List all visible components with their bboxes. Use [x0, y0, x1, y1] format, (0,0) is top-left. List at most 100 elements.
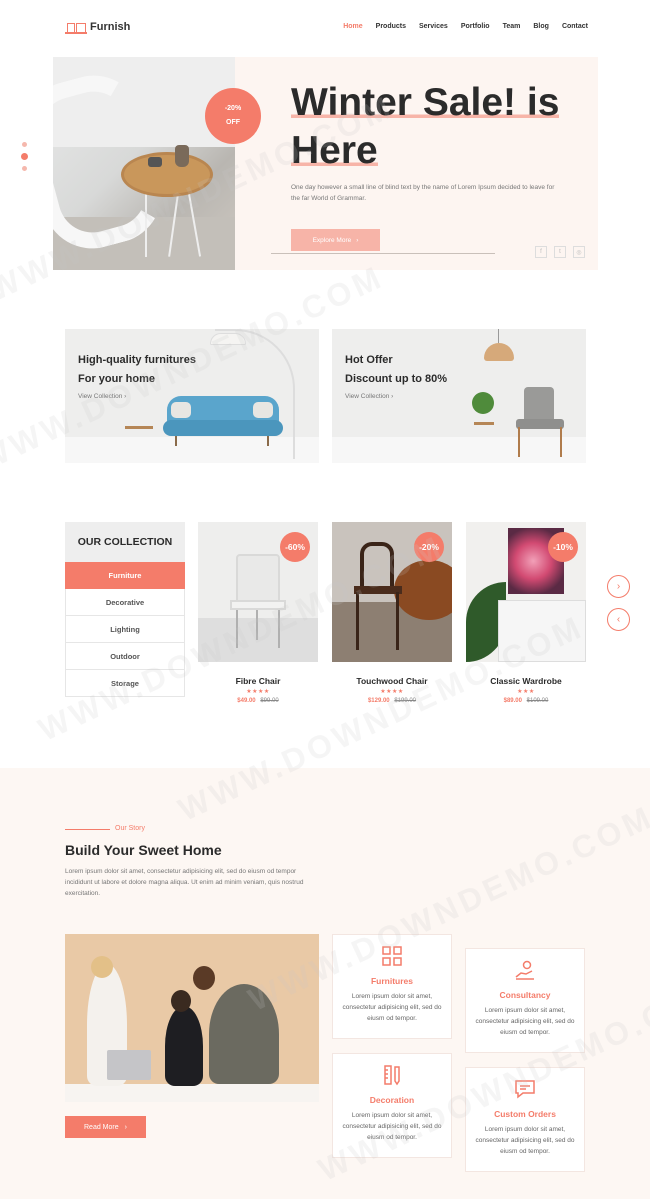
product-name[interactable]: Touchwood Chair — [332, 676, 452, 686]
twitter-icon[interactable]: t — [554, 246, 566, 258]
sale-badge-percent: -20% — [224, 105, 242, 112]
product-name[interactable]: Fibre Chair — [198, 676, 318, 686]
plant-image — [472, 392, 494, 414]
collection-menu: OUR COLLECTION Furniture Decorative Ligh… — [65, 522, 185, 697]
promo-banner-hot-offer[interactable]: Hot Offer Discount up to 80% View Collec… — [332, 329, 586, 463]
slider-dot[interactable] — [22, 142, 27, 147]
view-collection-link[interactable]: View Collection › — [78, 393, 126, 400]
hero-image — [53, 57, 235, 270]
collection-item-lighting[interactable]: Lighting — [65, 616, 185, 643]
current-price: $129.00 — [367, 698, 390, 704]
chevron-right-icon: › — [391, 393, 394, 400]
hero-banner: -20% OFF Winter Sale! is Here One day ho… — [53, 57, 598, 270]
story-eyebrow: Our Story — [115, 825, 145, 832]
nav-blog[interactable]: Blog — [533, 23, 549, 30]
sofa-image — [163, 396, 283, 446]
chevron-right-icon: › — [356, 236, 359, 244]
rating-stars-icon: ★★★ — [517, 689, 535, 695]
main-nav: Home Products Services Portfolio Team Bl… — [343, 23, 588, 30]
service-title: Custom Orders — [494, 1109, 556, 1119]
facebook-icon[interactable]: f — [535, 246, 547, 258]
promo-title: Hot Offer Discount up to 80% — [345, 351, 447, 389]
rating-stars-icon: ★★★★ — [380, 689, 404, 695]
nav-home[interactable]: Home — [343, 23, 362, 30]
product-image: -60% — [198, 522, 318, 662]
service-card-furnitures[interactable]: Furnitures Lorem ipsum dolor sit amet, c… — [332, 934, 452, 1039]
read-more-button[interactable]: Read More › — [65, 1116, 146, 1138]
view-collection-label: View Collection — [345, 393, 390, 400]
pendant-lamp-image — [484, 343, 514, 361]
promo-title-line2: For your home — [78, 373, 156, 385]
old-price: $109.00 — [526, 698, 549, 704]
nav-contact[interactable]: Contact — [562, 23, 588, 30]
eyebrow-line — [65, 829, 110, 830]
collection-item-outdoor[interactable]: Outdoor — [65, 643, 185, 670]
service-text: Lorem ipsum dolor sit amet, consectetur … — [342, 1112, 442, 1141]
product-card[interactable]: -60% Fibre Chair ★★★★ $49.00 $99.00 — [198, 522, 318, 704]
service-title: Consultancy — [499, 990, 551, 1000]
product-card[interactable]: -10% Classic Wardrobe ★★★ $89.00 $109.00 — [466, 522, 586, 704]
slider-dot-active[interactable] — [21, 153, 28, 160]
chevron-right-icon: › — [616, 581, 621, 592]
old-price: $199.00 — [394, 698, 417, 704]
collection-item-furniture[interactable]: Furniture — [65, 562, 185, 589]
discount-badge: -60% — [280, 532, 310, 562]
product-name[interactable]: Classic Wardrobe — [466, 676, 586, 686]
old-price: $99.00 — [260, 698, 279, 704]
chevron-left-icon: ‹ — [616, 614, 621, 625]
service-title: Furnitures — [370, 976, 414, 986]
slider-dot[interactable] — [22, 166, 27, 171]
service-card-decoration[interactable]: Decoration Lorem ipsum dolor sit amet, c… — [332, 1053, 452, 1158]
chat-bubble-icon — [466, 1078, 584, 1105]
ruler-pencil-icon — [333, 1064, 451, 1091]
service-text: Lorem ipsum dolor sit amet, consectetur … — [475, 1007, 575, 1036]
current-price: $89.00 — [503, 698, 522, 704]
collection-item-storage[interactable]: Storage — [65, 670, 185, 697]
product-card[interactable]: -20% Touchwood Chair ★★★★ $129.00 $199.0… — [332, 522, 452, 704]
promo-banner-furnitures[interactable]: High-quality furnitures For your home Vi… — [65, 329, 319, 463]
nav-products[interactable]: Products — [376, 23, 406, 30]
explore-more-label: Explore More — [312, 236, 352, 244]
discount-badge: -10% — [548, 532, 578, 562]
next-arrow-button[interactable]: › — [607, 575, 630, 598]
armchair-image — [510, 387, 572, 457]
hero-title-line1: Winter Sale! is — [291, 81, 560, 124]
discount-badge: -20% — [414, 532, 444, 562]
promo-title: High-quality furnitures For your home — [78, 351, 196, 389]
site-header: Furnish Home Products Services Portfolio… — [0, 0, 650, 55]
nav-team[interactable]: Team — [503, 23, 521, 30]
instagram-icon[interactable]: ◎ — [573, 246, 585, 258]
collection-item-decorative[interactable]: Decorative — [65, 589, 185, 616]
promo-title-line2: Discount up to 80% — [345, 373, 448, 385]
grid-icon — [333, 945, 451, 972]
social-links: f t ◎ — [535, 246, 585, 258]
sale-badge-off: OFF — [226, 119, 240, 126]
logo-icon — [65, 20, 87, 34]
service-text: Lorem ipsum dolor sit amet, consectetur … — [342, 993, 442, 1022]
hero-title-line2: Here — [291, 129, 378, 172]
product-image: -20% — [332, 522, 452, 662]
hand-coin-icon — [466, 959, 584, 986]
promo-title-line1: Hot Offer — [345, 354, 393, 366]
current-price: $49.00 — [237, 698, 256, 704]
collection-heading: OUR COLLECTION — [65, 522, 185, 562]
view-collection-link[interactable]: View Collection › — [345, 393, 393, 400]
product-price: $129.00 $199.00 — [332, 698, 452, 704]
hero-title: Winter Sale! is Here — [291, 79, 601, 175]
chevron-right-icon: › — [124, 393, 127, 400]
service-text: Lorem ipsum dolor sit amet, consectetur … — [475, 1126, 575, 1155]
logo[interactable]: Furnish — [65, 20, 130, 34]
prev-arrow-button[interactable]: ‹ — [607, 608, 630, 631]
nav-portfolio[interactable]: Portfolio — [461, 23, 490, 30]
hero-divider — [271, 253, 495, 254]
explore-more-button[interactable]: Explore More › — [291, 229, 380, 251]
view-collection-label: View Collection — [78, 393, 123, 400]
service-card-consultancy[interactable]: Consultancy Lorem ipsum dolor sit amet, … — [465, 948, 585, 1053]
sale-badge: -20% OFF — [205, 88, 261, 144]
rating-stars-icon: ★★★★ — [246, 689, 270, 695]
promo-title-line1: High-quality furnitures — [78, 354, 196, 366]
service-card-custom-orders[interactable]: Custom Orders Lorem ipsum dolor sit amet… — [465, 1067, 585, 1172]
nav-services[interactable]: Services — [419, 23, 448, 30]
chevron-right-icon: › — [124, 1123, 127, 1131]
service-title: Decoration — [369, 1095, 415, 1105]
